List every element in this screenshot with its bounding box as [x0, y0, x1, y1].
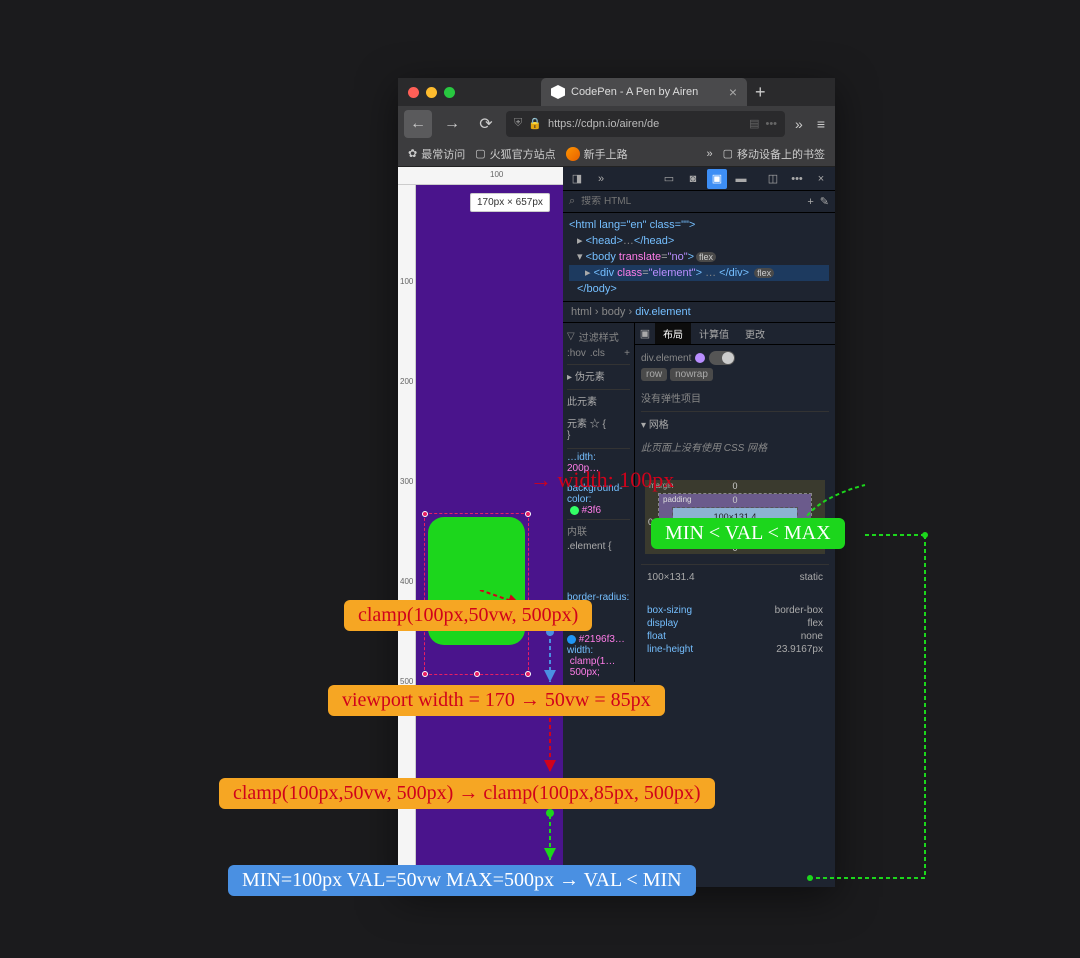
tab-title: CodePen - A Pen by Airen: [571, 86, 698, 98]
codepen-icon: [551, 85, 565, 99]
chevron-icon[interactable]: »: [591, 169, 611, 189]
html-search: ⌕ + ✎: [563, 191, 835, 213]
eyedropper-icon[interactable]: ✎: [820, 195, 829, 208]
flex-item-row[interactable]: div.element: [641, 351, 829, 365]
ruler-horizontal: 100: [398, 167, 563, 185]
folder-icon: ▢: [723, 147, 733, 160]
bookmark-firefox[interactable]: ▢火狐官方站点: [475, 146, 555, 162]
bookmark-getting-started[interactable]: 新手上路: [566, 146, 628, 162]
bookmark-frequent[interactable]: ✿最常访问: [408, 146, 465, 162]
more-icon[interactable]: •••: [765, 118, 777, 130]
overflow-icon[interactable]: »: [791, 116, 807, 132]
layout-tabs: ▣ 布局 计算值 更改: [635, 323, 835, 345]
row-pill[interactable]: row: [641, 368, 667, 381]
search-icon: ⌕: [569, 195, 575, 208]
dock-icon[interactable]: ◫: [763, 169, 783, 189]
devtools-toolbar: ◨ » ▭ ◙ ▣ ▬ ◫ ••• ×: [563, 167, 835, 191]
computed-size: 100×131.4: [647, 572, 695, 583]
annotation-clamp2: clamp(100px,50vw, 500px) → clamp(100px,8…: [219, 778, 715, 809]
url-field[interactable]: ⛨ 🔒 https://cdpn.io/airen/de ▤ •••: [506, 111, 785, 137]
browser-tab[interactable]: CodePen - A Pen by Airen ×: [541, 78, 747, 106]
responsive-icon[interactable]: ▣: [707, 169, 727, 189]
folder-icon: ▢: [475, 147, 485, 160]
more-icon[interactable]: •••: [787, 169, 807, 189]
annotation-clamp1: clamp(100px,50vw, 500px): [344, 600, 592, 631]
size-tooltip: 170px × 657px: [470, 193, 550, 212]
firefox-icon: [566, 147, 580, 161]
this-element-section: 此元素: [567, 389, 630, 411]
url-bar: ← → ⟳ ⛨ 🔒 https://cdpn.io/airen/de ▤ •••…: [398, 106, 835, 141]
gear-icon: ✿: [408, 147, 417, 160]
inline-label: 内联: [567, 519, 630, 541]
maximize-icon[interactable]: [444, 87, 455, 98]
annotation-width: → width: 100px: [530, 467, 674, 493]
close-devtools-icon[interactable]: ×: [811, 169, 831, 189]
inspector-icon[interactable]: ◨: [567, 169, 587, 189]
screenshot-icon[interactable]: ◙: [683, 169, 703, 189]
tab-changes[interactable]: 更改: [737, 323, 773, 344]
bookmark-mobile[interactable]: ▢移动设备上的书签: [723, 146, 825, 162]
boxmodel-icon[interactable]: ▣: [635, 323, 655, 343]
width-clamp-rule[interactable]: width: clamp(1… 500px;: [567, 645, 630, 678]
selection-box: [424, 513, 529, 675]
new-tab-button[interactable]: +: [755, 82, 766, 103]
no-grid-label: 此页面上没有使用 CSS 网格: [641, 435, 829, 458]
position-value: static: [800, 572, 823, 583]
traffic-lights: [408, 87, 455, 98]
back-button[interactable]: ←: [404, 110, 432, 138]
reader-icon[interactable]: ▤: [749, 117, 759, 130]
computed-display[interactable]: displayflex: [647, 617, 823, 630]
add-node-icon[interactable]: +: [807, 196, 813, 208]
computed-float[interactable]: floatnone: [647, 630, 823, 643]
shield-icon: ⛨: [514, 117, 522, 130]
reload-button[interactable]: ⟳: [472, 110, 500, 138]
add-rule-icon[interactable]: +: [624, 348, 630, 359]
flex-indicator-icon: [695, 353, 705, 363]
dom-div-selected[interactable]: ▸ <div class="element"> … </div> flex: [569, 265, 829, 281]
layout-panel: ▣ 布局 计算值 更改 div.element rownowrap 没有弹性项目…: [635, 323, 835, 682]
element-class-rule[interactable]: .element {: [567, 541, 630, 552]
titlebar: CodePen - A Pen by Airen × +: [398, 78, 835, 106]
breadcrumb[interactable]: html › body › div.element: [563, 302, 835, 323]
tab-layout[interactable]: 布局: [655, 323, 691, 344]
close-tab-icon[interactable]: ×: [729, 84, 737, 100]
url-text: https://cdpn.io/airen/de: [548, 118, 659, 130]
cls-toggle[interactable]: .cls: [590, 348, 605, 359]
grid-section[interactable]: ▾ 网格: [641, 411, 829, 435]
dom-body[interactable]: ▾ <body translate="no">flex: [569, 249, 829, 265]
flex-toggle[interactable]: [709, 351, 735, 365]
ruler-icon[interactable]: ▬: [731, 169, 751, 189]
lock-icon: 🔒: [528, 117, 542, 130]
close-icon[interactable]: [408, 87, 419, 98]
no-flex-label: 没有弹性项目: [641, 384, 829, 411]
bookmarks-bar: ✿最常访问 ▢火狐官方站点 新手上路 » ▢移动设备上的书签: [398, 141, 835, 167]
forward-button[interactable]: →: [438, 110, 466, 138]
filter-styles[interactable]: ▽过滤样式: [567, 327, 630, 346]
tab-computed[interactable]: 计算值: [691, 323, 737, 344]
nowrap-pill[interactable]: nowrap: [670, 368, 713, 381]
computed-box-sizing[interactable]: box-sizingborder-box: [647, 604, 823, 617]
dom-body-close[interactable]: </body>: [569, 281, 829, 297]
hov-toggle[interactable]: :hov: [567, 348, 586, 359]
dom-tree[interactable]: <html lang="en" class=""> ▸ <head>…</hea…: [563, 213, 835, 302]
filter-icon: ▽: [567, 331, 575, 342]
element-rule[interactable]: 元素 ☆ {}: [567, 411, 630, 445]
annotation-minvalmax: MIN < VAL < MAX: [651, 518, 845, 549]
minimize-icon[interactable]: [426, 87, 437, 98]
dom-html[interactable]: <html lang="en" class="">: [569, 217, 829, 233]
annotation-minmax: MIN=100px VAL=50vw MAX=500px → VAL < MIN: [228, 865, 696, 896]
device-icon[interactable]: ▭: [659, 169, 679, 189]
search-input[interactable]: [581, 196, 801, 207]
hash-rule[interactable]: #2196f3…: [567, 634, 630, 645]
dom-head[interactable]: ▸ <head>…</head>: [569, 233, 829, 249]
computed-line-height[interactable]: line-height23.9167px: [647, 643, 823, 656]
overflow-chevron-icon[interactable]: »: [706, 148, 712, 160]
annotation-viewport: viewport width = 170 → 50vw = 85px: [328, 685, 665, 716]
pseudo-section[interactable]: ▸ 伪元素: [567, 364, 630, 386]
menu-icon[interactable]: ≡: [813, 116, 829, 132]
